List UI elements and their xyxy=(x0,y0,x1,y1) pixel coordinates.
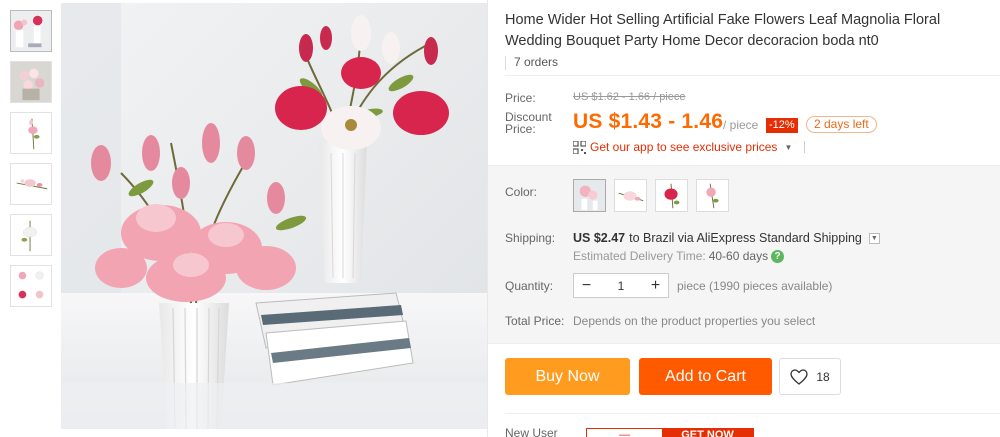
divider xyxy=(505,413,1000,414)
coupon-value: — xyxy=(587,429,662,437)
thumbnail-list xyxy=(10,10,52,316)
thumbnail[interactable] xyxy=(10,10,52,52)
help-icon[interactable]: ? xyxy=(771,249,785,263)
shipping-label: Shipping: xyxy=(505,231,556,245)
color-label: Color: xyxy=(505,185,538,199)
heart-icon xyxy=(790,368,808,385)
total-price-note: Depends on the product properties you se… xyxy=(573,314,816,328)
wishlist-button[interactable]: 18 xyxy=(779,358,841,395)
new-user-coupon[interactable]: — GET NOW xyxy=(586,428,754,437)
thumbnail[interactable] xyxy=(10,61,52,103)
app-promo-link[interactable]: Get our app to see exclusive prices ▼ xyxy=(573,140,806,154)
wishlist-count: 18 xyxy=(816,369,830,384)
color-swatch[interactable] xyxy=(573,179,606,212)
shipping-info: US $2.47 to Brazil via AliExpress Standa… xyxy=(573,231,880,245)
thumbnail[interactable] xyxy=(10,214,52,256)
quantity-input[interactable]: 1 xyxy=(599,274,643,297)
quantity-available: piece (1990 pieces available) xyxy=(677,279,833,293)
estimated-delivery-days: 40-60 days xyxy=(708,249,769,263)
color-swatches xyxy=(573,179,729,212)
app-promo-text: Get our app to see exclusive prices xyxy=(590,140,778,154)
color-swatch[interactable] xyxy=(614,179,647,212)
separator xyxy=(804,141,806,153)
quantity-increase-button[interactable]: + xyxy=(643,274,668,297)
thumbnail[interactable] xyxy=(10,163,52,205)
new-user-label: New User xyxy=(505,426,558,437)
buy-now-button[interactable]: Buy Now xyxy=(505,358,630,395)
shipping-method: to Brazil via AliExpress Standard Shippi… xyxy=(629,231,862,245)
estimated-delivery: Estimated Delivery Time: 40-60 days ? xyxy=(573,249,785,263)
chevron-down-icon[interactable]: ▼ xyxy=(868,232,880,244)
estimated-delivery-label: Estimated Delivery Time: xyxy=(573,249,706,263)
chevron-down-icon: ▼ xyxy=(784,142,793,152)
discount-price-label: Discount Price: xyxy=(505,110,552,136)
discount-badge: -12% xyxy=(766,118,798,133)
thumbnail[interactable] xyxy=(10,265,52,307)
original-price: US $1.62 - 1.66 / piece xyxy=(573,91,686,103)
per-piece-label: / piece xyxy=(723,118,759,132)
product-title: Home Wider Hot Selling Artificial Fake F… xyxy=(505,12,941,49)
shipping-cost: US $2.47 xyxy=(573,231,626,245)
quantity-decrease-button[interactable]: − xyxy=(574,274,599,297)
color-swatch[interactable] xyxy=(655,179,688,212)
time-left-badge: 2 days left xyxy=(806,116,877,133)
add-to-cart-button[interactable]: Add to Cart xyxy=(639,358,772,395)
color-swatch[interactable] xyxy=(696,179,729,212)
total-price-label: Total Price: xyxy=(505,314,565,328)
price-label: Price: xyxy=(505,91,536,105)
qr-code-icon xyxy=(573,140,586,154)
get-coupon-button[interactable]: GET NOW xyxy=(662,429,753,437)
thumbnail[interactable] xyxy=(10,112,52,154)
quantity-label: Quantity: xyxy=(505,279,554,293)
main-product-image[interactable] xyxy=(61,3,487,429)
discount-price: US $1.43 - 1.46 xyxy=(573,110,724,133)
quantity-stepper: − 1 + xyxy=(573,273,669,298)
orders-count: 7 orders xyxy=(505,50,1000,76)
